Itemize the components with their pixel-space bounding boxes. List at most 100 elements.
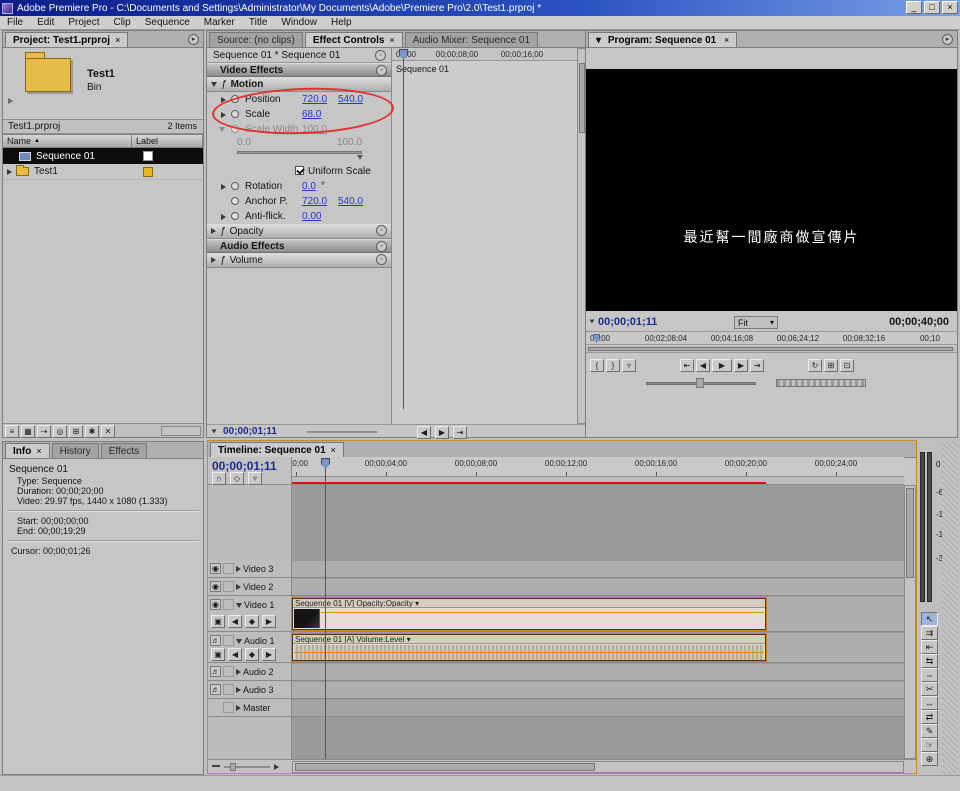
ripple-edit-tool[interactable]: ⇤ xyxy=(921,640,938,654)
close-button[interactable]: × xyxy=(942,1,958,14)
zoom-slider-handle[interactable] xyxy=(230,763,236,771)
go-to-in-button[interactable]: ⇤ xyxy=(680,359,694,372)
program-timecode[interactable]: 00;00;01;11 xyxy=(598,316,657,328)
expand-bin-icon[interactable] xyxy=(7,169,12,175)
label-swatch[interactable] xyxy=(143,151,153,161)
step-forward-button[interactable]: ▶ xyxy=(734,359,748,372)
reset-icon[interactable]: ◦ xyxy=(376,225,387,236)
panel-menu-icon[interactable]: ▸ xyxy=(188,34,199,45)
toggle-track-output-icon[interactable]: ◉ xyxy=(210,563,221,574)
hand-tool[interactable]: ☞ xyxy=(921,738,938,752)
jog-disk[interactable] xyxy=(776,379,866,387)
expand-track-icon[interactable] xyxy=(236,705,241,711)
timecode-context-icon[interactable] xyxy=(590,320,595,324)
menu-marker[interactable]: Marker xyxy=(197,17,242,28)
panel-menu-icon[interactable]: ▸ xyxy=(942,34,953,45)
toggle-animation-icon[interactable] xyxy=(231,110,239,118)
collapse-track-icon[interactable] xyxy=(236,639,242,644)
minimize-button[interactable]: _ xyxy=(906,1,922,14)
toggle-timeline-view-icon[interactable]: ◦ xyxy=(375,50,386,61)
razor-tool[interactable]: ✂ xyxy=(921,682,938,696)
snap-button[interactable]: ∩ xyxy=(212,472,226,485)
next-keyframe-icon[interactable]: ▶ xyxy=(262,648,276,661)
menu-help[interactable]: Help xyxy=(324,17,359,28)
anchor-y-value[interactable]: 540.0 xyxy=(338,196,363,207)
close-tab-icon[interactable]: × xyxy=(724,35,729,45)
toggle-animation-icon[interactable] xyxy=(231,125,239,133)
toggle-animation-icon[interactable] xyxy=(231,212,239,220)
delete-button[interactable]: ✕ xyxy=(101,425,115,438)
motion-effect-row[interactable]: ƒ Motion xyxy=(207,77,391,92)
twirl-closed-icon[interactable] xyxy=(221,97,226,103)
preview-play-icon[interactable] xyxy=(8,98,13,104)
label-swatch[interactable] xyxy=(143,167,153,177)
twirl-closed-icon[interactable] xyxy=(211,228,216,234)
track-lock-toggle[interactable] xyxy=(223,581,234,592)
reset-icon[interactable]: ◦ xyxy=(376,254,387,265)
timeline-vertical-scrollbar[interactable] xyxy=(904,485,916,759)
menu-file[interactable]: File xyxy=(0,17,30,28)
tab-info[interactable]: Info× xyxy=(5,443,50,458)
column-header-name[interactable]: Name ▲ xyxy=(3,134,132,148)
anchor-x-value[interactable]: 720.0 xyxy=(302,196,327,207)
project-row-test1[interactable]: Test1 xyxy=(3,164,203,180)
track-lock-toggle[interactable] xyxy=(223,666,234,677)
expand-track-icon[interactable] xyxy=(236,669,241,675)
ec-zoom-slider[interactable] xyxy=(307,431,377,433)
uniform-scale-checkbox[interactable] xyxy=(295,166,304,175)
close-tab-icon[interactable]: × xyxy=(389,35,394,45)
viewing-area-bar[interactable] xyxy=(586,346,957,353)
close-tab-icon[interactable]: × xyxy=(115,35,120,45)
toggle-animation-icon[interactable] xyxy=(231,182,239,190)
tab-effect-controls[interactable]: Effect Controls× xyxy=(305,32,403,47)
previous-keyframe-button[interactable]: ◀ xyxy=(417,426,431,439)
ec-playhead-line[interactable] xyxy=(403,60,404,409)
track-display-style-button[interactable]: ▣ xyxy=(211,615,225,628)
slide-tool[interactable]: ⇄ xyxy=(921,710,938,724)
twirl-closed-icon[interactable] xyxy=(221,214,226,220)
tab-audio-mixer[interactable]: Audio Mixer: Sequence 01 xyxy=(405,32,538,47)
track-display-style-button[interactable]: ▣ xyxy=(211,648,225,661)
effect-enabled-icon[interactable]: ƒ xyxy=(220,255,226,266)
video-clip-sequence01[interactable]: Sequence 01 [V] Opacity:Opacity ▾ xyxy=(292,598,766,630)
track-name[interactable]: Video 2 xyxy=(243,582,273,592)
previous-keyframe-icon[interactable]: ◀ xyxy=(228,615,242,628)
selection-tool[interactable]: ↖ xyxy=(921,612,938,626)
track-lock-toggle[interactable] xyxy=(223,563,234,574)
timeline-timecode[interactable]: 00;00;01;11 xyxy=(212,459,277,473)
toggle-track-output-icon[interactable]: ◉ xyxy=(210,581,221,592)
clip-effect-dropdown-icon[interactable]: ▾ xyxy=(415,599,419,608)
track-lock-toggle[interactable] xyxy=(223,599,234,610)
timeline-horizontal-scrollbar[interactable] xyxy=(292,761,904,773)
loop-button[interactable]: ↻ xyxy=(808,359,822,372)
play-button[interactable]: ▶ xyxy=(435,426,449,439)
tab-effects[interactable]: Effects xyxy=(101,443,147,458)
previous-keyframe-icon[interactable]: ◀ xyxy=(228,648,242,661)
step-back-button[interactable]: ◀ xyxy=(696,359,710,372)
pen-tool[interactable]: ✎ xyxy=(921,724,938,738)
title-bar[interactable]: Adobe Premiere Pro - C:\Documents and Se… xyxy=(0,0,960,16)
collapse-track-icon[interactable] xyxy=(236,603,242,608)
position-x-value[interactable]: 720.0 xyxy=(302,94,327,105)
twirl-closed-icon[interactable] xyxy=(221,112,226,118)
rate-stretch-tool[interactable]: ⇔ xyxy=(921,668,938,682)
track-select-tool[interactable]: ⇉ xyxy=(921,626,938,640)
scale-slider[interactable] xyxy=(237,151,362,154)
video-effects-header[interactable]: Video Effects ◦ xyxy=(207,63,391,77)
set-marker-button[interactable]: ▿ xyxy=(622,359,636,372)
automate-to-sequence-button[interactable]: ⇢ xyxy=(37,425,51,438)
volume-effect-row[interactable]: ƒ Volume ◦ xyxy=(207,253,391,268)
scale-width-value[interactable]: 100.0 xyxy=(302,124,327,135)
menu-project[interactable]: Project xyxy=(61,17,106,28)
slip-tool[interactable]: ↔ xyxy=(921,696,938,710)
clip-effect-dropdown-icon[interactable]: ▾ xyxy=(407,635,411,644)
rotation-value[interactable]: 0.0 xyxy=(302,181,316,192)
tab-timeline[interactable]: Timeline: Sequence 01× xyxy=(210,442,344,457)
safe-margins-button[interactable]: ⊞ xyxy=(824,359,838,372)
track-name[interactable]: Audio 3 xyxy=(243,685,274,695)
position-y-value[interactable]: 540.0 xyxy=(338,94,363,105)
rolling-edit-tool[interactable]: ⇆ xyxy=(921,654,938,668)
play-button[interactable]: ▶ xyxy=(712,359,732,372)
menu-clip[interactable]: Clip xyxy=(106,17,137,28)
work-area-bar[interactable] xyxy=(292,477,904,485)
